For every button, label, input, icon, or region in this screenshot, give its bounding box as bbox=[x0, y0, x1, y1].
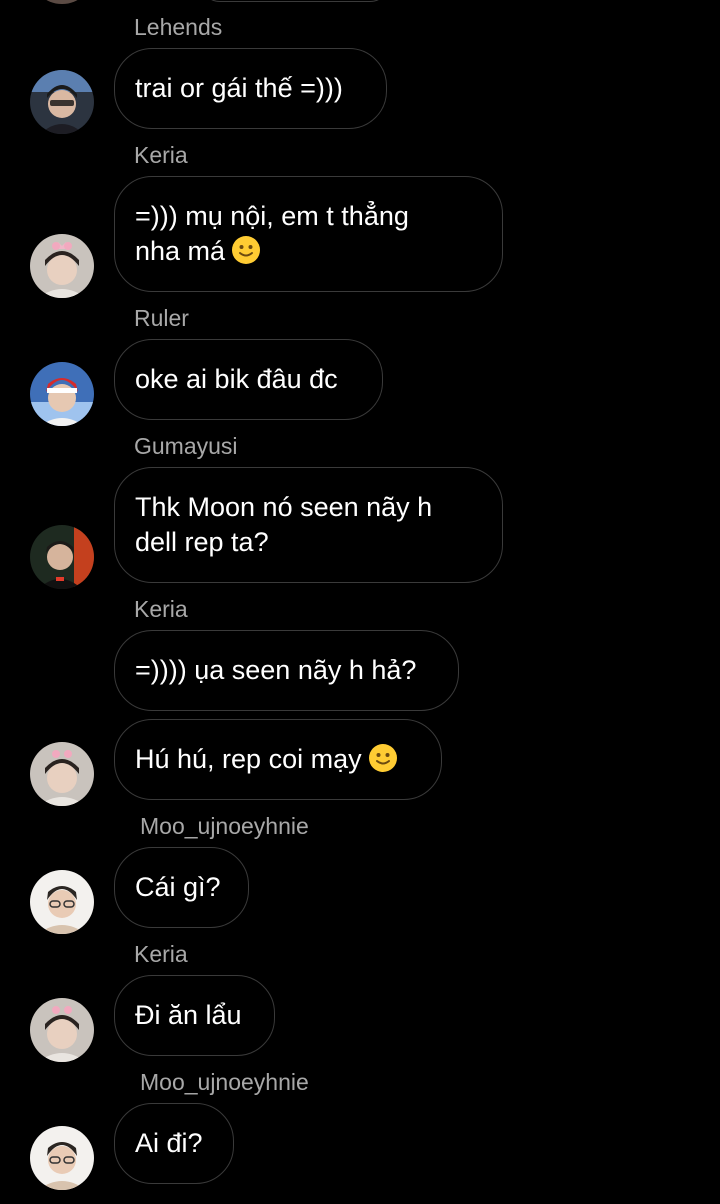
message-bubble[interactable]: =)))) ụa seen nãy h hả? bbox=[114, 630, 459, 711]
message-text: Cái gì? bbox=[135, 872, 221, 902]
avatar-keria[interactable] bbox=[30, 234, 94, 298]
avatar-lehends[interactable] bbox=[30, 70, 94, 134]
avatar-keria[interactable] bbox=[30, 998, 94, 1062]
message-text: Đi ăn lẩu bbox=[135, 1000, 242, 1030]
message-bubble[interactable]: Ai đi? bbox=[114, 1103, 234, 1184]
sender-name: Keria bbox=[134, 941, 188, 967]
message-text: =)))) ụa seen nãy h hả? bbox=[135, 655, 417, 685]
sender-name: Gumayusi bbox=[134, 433, 238, 459]
avatar-keria[interactable] bbox=[30, 742, 94, 806]
message-bubble-partial bbox=[200, 0, 390, 2]
message-bubble[interactable]: Thk Moon nó seen nãy h dell rep ta? bbox=[114, 467, 503, 583]
message-bubble[interactable]: Hú hú, rep coi mạy bbox=[114, 719, 442, 800]
sender-name: Keria bbox=[134, 596, 188, 622]
message-text-multiline: Thk Moon nó seen nãy h dell rep ta? bbox=[135, 490, 432, 560]
avatar-gumayusi[interactable] bbox=[30, 525, 94, 589]
message-text-multiline: =))) mụ nội, em t thẳng nha má bbox=[135, 199, 409, 269]
message-bubble[interactable]: oke ai bik đâu đc bbox=[114, 339, 383, 420]
message-text: trai or gái thế =))) bbox=[135, 73, 343, 103]
avatar-moo[interactable] bbox=[30, 870, 94, 934]
message-bubble[interactable]: =))) mụ nội, em t thẳng nha má bbox=[114, 176, 503, 292]
sender-name: Lehends bbox=[134, 14, 223, 40]
sender-name: Moo_ujnoeyhnie bbox=[140, 1069, 309, 1095]
message-line-with-emoji: nha má bbox=[135, 234, 409, 269]
message-bubble[interactable]: Cái gì? bbox=[114, 847, 249, 928]
message-line: Thk Moon nó seen nãy h bbox=[135, 492, 433, 522]
message-bubble[interactable]: Đi ăn lẩu bbox=[114, 975, 275, 1056]
message-line: dell rep ta? bbox=[135, 527, 269, 557]
message-text-with-emoji: Hú hú, rep coi mạy bbox=[135, 742, 398, 777]
sender-name: Moo_ujnoeyhnie bbox=[140, 813, 309, 839]
slightly-smiling-face-icon bbox=[232, 236, 261, 264]
slightly-smiling-face-icon bbox=[368, 744, 397, 772]
message-text: Ai đi? bbox=[135, 1128, 203, 1158]
message-line: nha má bbox=[135, 236, 226, 266]
message-bubble[interactable]: trai or gái thế =))) bbox=[114, 48, 387, 129]
sender-name: Ruler bbox=[134, 305, 189, 331]
avatar-ruler[interactable] bbox=[30, 362, 94, 426]
message-text: oke ai bik đâu đc bbox=[135, 364, 338, 394]
avatar-moo[interactable] bbox=[30, 1126, 94, 1190]
message-text: Hú hú, rep coi mạy bbox=[135, 744, 362, 774]
avatar-partial bbox=[30, 0, 94, 4]
sender-name: Keria bbox=[134, 142, 188, 168]
message-line: =))) mụ nội, em t thẳng bbox=[135, 201, 409, 231]
